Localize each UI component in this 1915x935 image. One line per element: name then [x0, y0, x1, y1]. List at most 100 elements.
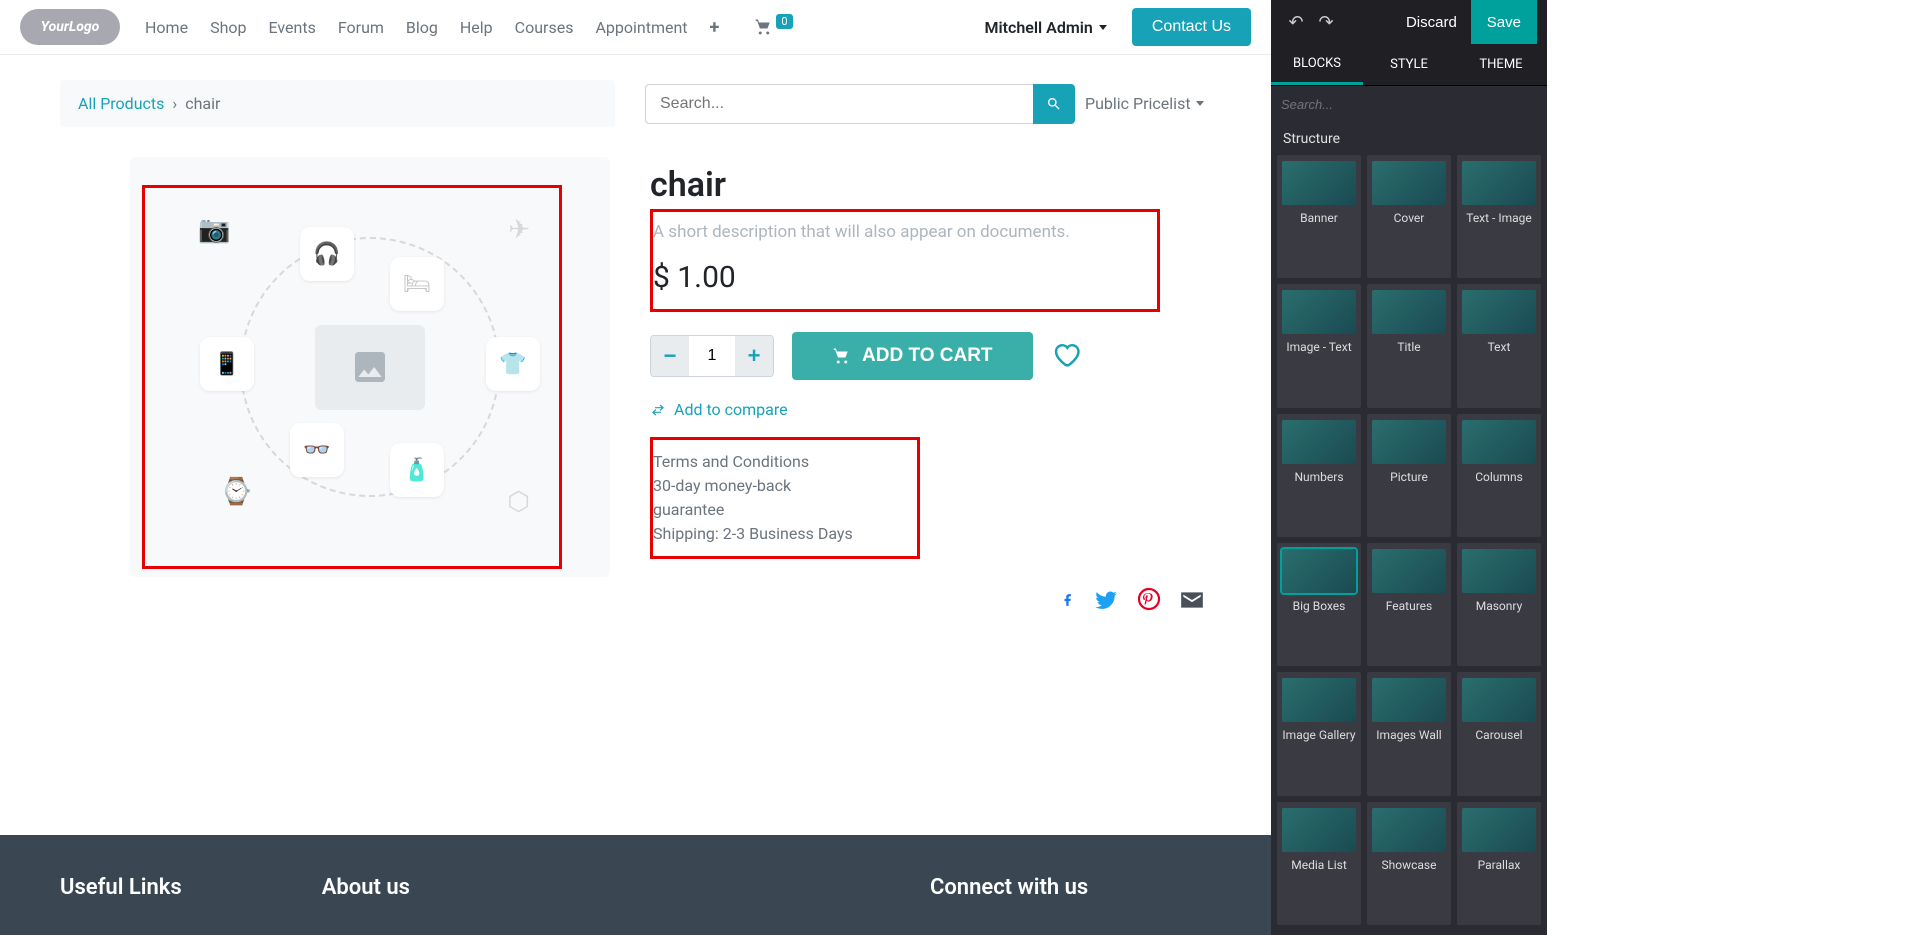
nav-blog[interactable]: Blog [406, 18, 438, 37]
block-label: Cover [1394, 211, 1425, 225]
nav-help[interactable]: Help [460, 18, 493, 37]
logo-text: YourLogo [41, 19, 100, 35]
block-label: Images Wall [1376, 728, 1441, 742]
block-preview-icon [1282, 549, 1356, 593]
wishlist-button[interactable] [1051, 339, 1081, 373]
redo-button[interactable]: ↷ [1311, 7, 1341, 37]
block-preview-icon [1462, 420, 1536, 464]
footer-connect[interactable]: Connect with us [930, 875, 1088, 895]
compare-label: Add to compare [674, 400, 788, 419]
share-pinterest-button[interactable] [1137, 587, 1161, 619]
block-banner[interactable]: Banner [1277, 155, 1361, 278]
block-text[interactable]: Text [1457, 284, 1541, 407]
undo-button[interactable]: ↶ [1281, 7, 1311, 37]
block-text-image[interactable]: Text - Image [1457, 155, 1541, 278]
block-features[interactable]: Features [1367, 543, 1451, 666]
nav-courses[interactable]: Courses [515, 18, 574, 37]
tab-style[interactable]: STYLE [1363, 44, 1455, 85]
block-label: Image Gallery [1282, 728, 1355, 742]
block-title[interactable]: Title [1367, 284, 1451, 407]
block-preview-icon [1282, 161, 1356, 205]
block-preview-icon [1372, 290, 1446, 334]
save-button[interactable]: Save [1471, 0, 1537, 44]
block-label: Numbers [1294, 470, 1343, 484]
chevron-down-icon [1099, 25, 1107, 30]
cart-icon [754, 18, 774, 36]
search-input[interactable] [645, 84, 1033, 124]
block-label: Text - Image [1466, 211, 1532, 225]
chevron-down-icon [1196, 101, 1204, 106]
block-label: Masonry [1476, 599, 1523, 613]
site-logo[interactable]: YourLogo [20, 9, 120, 45]
heart-icon [1051, 339, 1081, 369]
block-carousel[interactable]: Carousel [1457, 672, 1541, 795]
footer-useful-links[interactable]: Useful Links [60, 875, 182, 895]
block-label: Title [1397, 340, 1420, 354]
add-to-cart-button[interactable]: ADD TO CART [792, 332, 1033, 380]
terms-heading[interactable]: Terms and Conditions [653, 450, 857, 474]
block-label: Text [1488, 340, 1511, 354]
pinterest-icon [1137, 587, 1161, 611]
block-label: Carousel [1475, 728, 1522, 742]
block-parallax[interactable]: Parallax [1457, 802, 1541, 925]
block-preview-icon [1462, 808, 1536, 852]
nav-add-icon[interactable]: + [710, 17, 720, 38]
block-showcase[interactable]: Showcase [1367, 802, 1451, 925]
user-name: Mitchell Admin [984, 18, 1092, 37]
search-button[interactable] [1033, 84, 1075, 124]
nav-appointment[interactable]: Appointment [595, 18, 687, 37]
terms-line[interactable]: 30-day money-back guarantee [653, 474, 857, 522]
nav-events[interactable]: Events [268, 18, 315, 37]
block-label: Columns [1475, 470, 1523, 484]
share-facebook-button[interactable] [1061, 587, 1075, 619]
block-columns[interactable]: Columns [1457, 414, 1541, 537]
share-twitter-button[interactable] [1093, 587, 1119, 619]
pricelist-dropdown[interactable]: Public Pricelist [1085, 94, 1204, 113]
block-label: Banner [1300, 211, 1338, 225]
add-to-compare-link[interactable]: Add to compare [650, 400, 1211, 419]
block-masonry[interactable]: Masonry [1457, 543, 1541, 666]
block-preview-icon [1372, 678, 1446, 722]
block-label: Image - Text [1286, 340, 1351, 354]
highlight-box [142, 185, 562, 569]
terms-line[interactable]: Shipping: 2-3 Business Days [653, 522, 857, 546]
facebook-icon [1061, 587, 1075, 613]
block-preview-icon [1462, 549, 1536, 593]
product-description[interactable]: A short description that will also appea… [653, 222, 1149, 242]
search-icon [1046, 96, 1062, 112]
nav-forum[interactable]: Forum [338, 18, 384, 37]
breadcrumb: All Products › chair [60, 80, 615, 127]
qty-input[interactable] [689, 336, 735, 376]
block-label: Picture [1390, 470, 1428, 484]
footer-about-us[interactable]: About us [322, 875, 410, 895]
cart-button[interactable]: 0 [754, 18, 792, 36]
nav-shop[interactable]: Shop [210, 18, 246, 37]
discard-button[interactable]: Discard [1392, 0, 1471, 44]
block-preview-icon [1282, 808, 1356, 852]
share-email-button[interactable] [1179, 587, 1205, 619]
qty-decrease-button[interactable]: − [651, 336, 689, 376]
breadcrumb-root[interactable]: All Products [78, 94, 164, 113]
block-image-gallery[interactable]: Image Gallery [1277, 672, 1361, 795]
block-media-list[interactable]: Media List [1277, 802, 1361, 925]
highlight-box: Terms and Conditions 30-day money-back g… [650, 437, 920, 559]
user-menu[interactable]: Mitchell Admin [984, 18, 1106, 37]
block-cover[interactable]: Cover [1367, 155, 1451, 278]
block-numbers[interactable]: Numbers [1277, 414, 1361, 537]
tab-blocks[interactable]: BLOCKS [1271, 44, 1363, 85]
product-image[interactable]: 📷 ✈ 🎧 🛏 📱 👕 👓 🧴 ⌚ ⬡ [130, 157, 610, 577]
tab-theme[interactable]: THEME [1455, 44, 1547, 85]
nav-home[interactable]: Home [145, 18, 188, 37]
block-picture[interactable]: Picture [1367, 414, 1451, 537]
highlight-box: A short description that will also appea… [650, 209, 1160, 312]
product-title[interactable]: chair [650, 165, 1211, 205]
contact-us-button[interactable]: Contact Us [1132, 8, 1251, 46]
product-price: $ 1.00 [653, 260, 1149, 295]
block-big-boxes[interactable]: Big Boxes [1277, 543, 1361, 666]
breadcrumb-current: chair [185, 94, 220, 113]
editor-search-input[interactable] [1281, 97, 1537, 112]
block-preview-icon [1372, 808, 1446, 852]
block-image-text[interactable]: Image - Text [1277, 284, 1361, 407]
qty-increase-button[interactable]: + [735, 336, 773, 376]
block-images-wall[interactable]: Images Wall [1367, 672, 1451, 795]
